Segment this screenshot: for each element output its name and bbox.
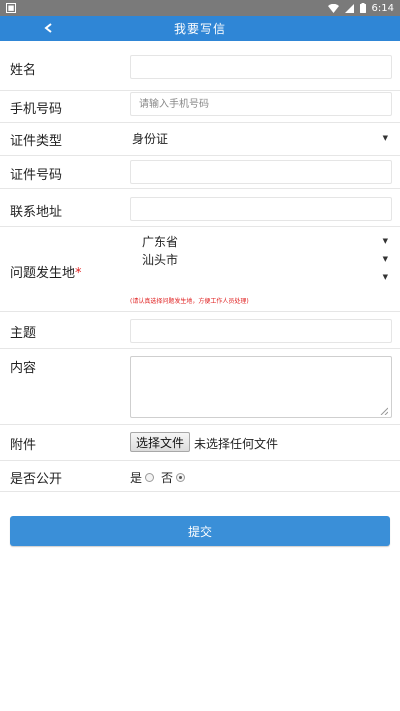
back-button[interactable] xyxy=(38,18,58,38)
form-row-id-type: 证件类型 身份证 ▼ xyxy=(0,123,400,156)
required-mark: * xyxy=(75,266,82,281)
public-no-radio[interactable] xyxy=(176,473,186,482)
id-type-select[interactable]: 身份证 ▼ xyxy=(130,127,392,149)
form-row-attachment: 附件 选择文件 未选择任何文件 xyxy=(0,425,400,461)
city-select[interactable]: 汕头市 ▼ xyxy=(130,250,392,268)
content-label: 内容 xyxy=(10,361,37,376)
back-arrow-icon xyxy=(43,23,52,33)
status-time: 6:14 xyxy=(371,2,394,14)
form-row-content: 内容 xyxy=(0,349,400,425)
status-bar: ■ 6:14 xyxy=(0,0,400,16)
public-radio-group: 是 否 xyxy=(130,469,189,486)
dropdown-arrow-icon: ▼ xyxy=(382,134,388,142)
id-type-value: 身份证 xyxy=(132,131,169,146)
address-label: 联系地址 xyxy=(10,205,63,220)
city-value: 汕头市 xyxy=(142,252,179,267)
province-select[interactable]: 广东省 ▼ xyxy=(130,232,392,250)
resize-handle-icon[interactable] xyxy=(380,407,388,415)
submit-button[interactable]: 提交 xyxy=(10,516,390,546)
form-row-name: 姓名 xyxy=(0,41,400,91)
dropdown-arrow-icon: ▼ xyxy=(382,255,388,263)
app-header: 我要写信 xyxy=(0,16,400,41)
wifi-icon xyxy=(327,3,339,13)
choose-file-button[interactable]: 选择文件 xyxy=(130,432,191,452)
location-hint: (请认真选择问题发生地，方便工作人员处理) xyxy=(130,298,249,305)
subject-label: 主题 xyxy=(10,326,37,341)
district-select[interactable]: ▼ xyxy=(130,268,392,286)
content-textarea[interactable] xyxy=(130,356,392,418)
id-number-input[interactable] xyxy=(130,160,392,184)
location-label: 问题发生地* xyxy=(10,266,82,281)
public-yes-radio[interactable] xyxy=(145,473,155,482)
form-row-id-number: 证件号码 xyxy=(0,156,400,189)
public-no-label: 否 xyxy=(161,471,174,485)
phone-label: 手机号码 xyxy=(10,102,63,117)
form-row-subject: 主题 xyxy=(0,312,400,349)
id-number-label: 证件号码 xyxy=(10,168,63,183)
file-status: 未选择任何文件 xyxy=(194,437,279,451)
address-input[interactable] xyxy=(130,197,392,221)
signal-icon xyxy=(344,3,354,13)
page-title: 我要写信 xyxy=(173,22,226,36)
public-yes-label: 是 xyxy=(130,471,143,485)
name-label: 姓名 xyxy=(10,63,37,78)
name-input[interactable] xyxy=(130,55,392,79)
attachment-label: 附件 xyxy=(10,438,37,453)
phone-input[interactable] xyxy=(130,92,392,116)
form-row-location: 问题发生地* 广东省 ▼ 汕头市 ▼ ▼ (请认真选择问题发生地，方便工作人员处… xyxy=(0,227,400,312)
notification-app-icon: ■ xyxy=(6,3,16,13)
province-value: 广东省 xyxy=(142,234,179,249)
dropdown-arrow-icon: ▼ xyxy=(382,237,388,245)
dropdown-arrow-icon: ▼ xyxy=(382,273,388,281)
subject-input[interactable] xyxy=(130,319,392,343)
form-row-public: 是否公开 是 否 xyxy=(0,461,400,492)
form-row-address: 联系地址 xyxy=(0,189,400,227)
form-row-phone: 手机号码 xyxy=(0,91,400,123)
public-label: 是否公开 xyxy=(10,472,63,487)
id-type-label: 证件类型 xyxy=(10,134,63,149)
battery-icon xyxy=(359,3,366,13)
